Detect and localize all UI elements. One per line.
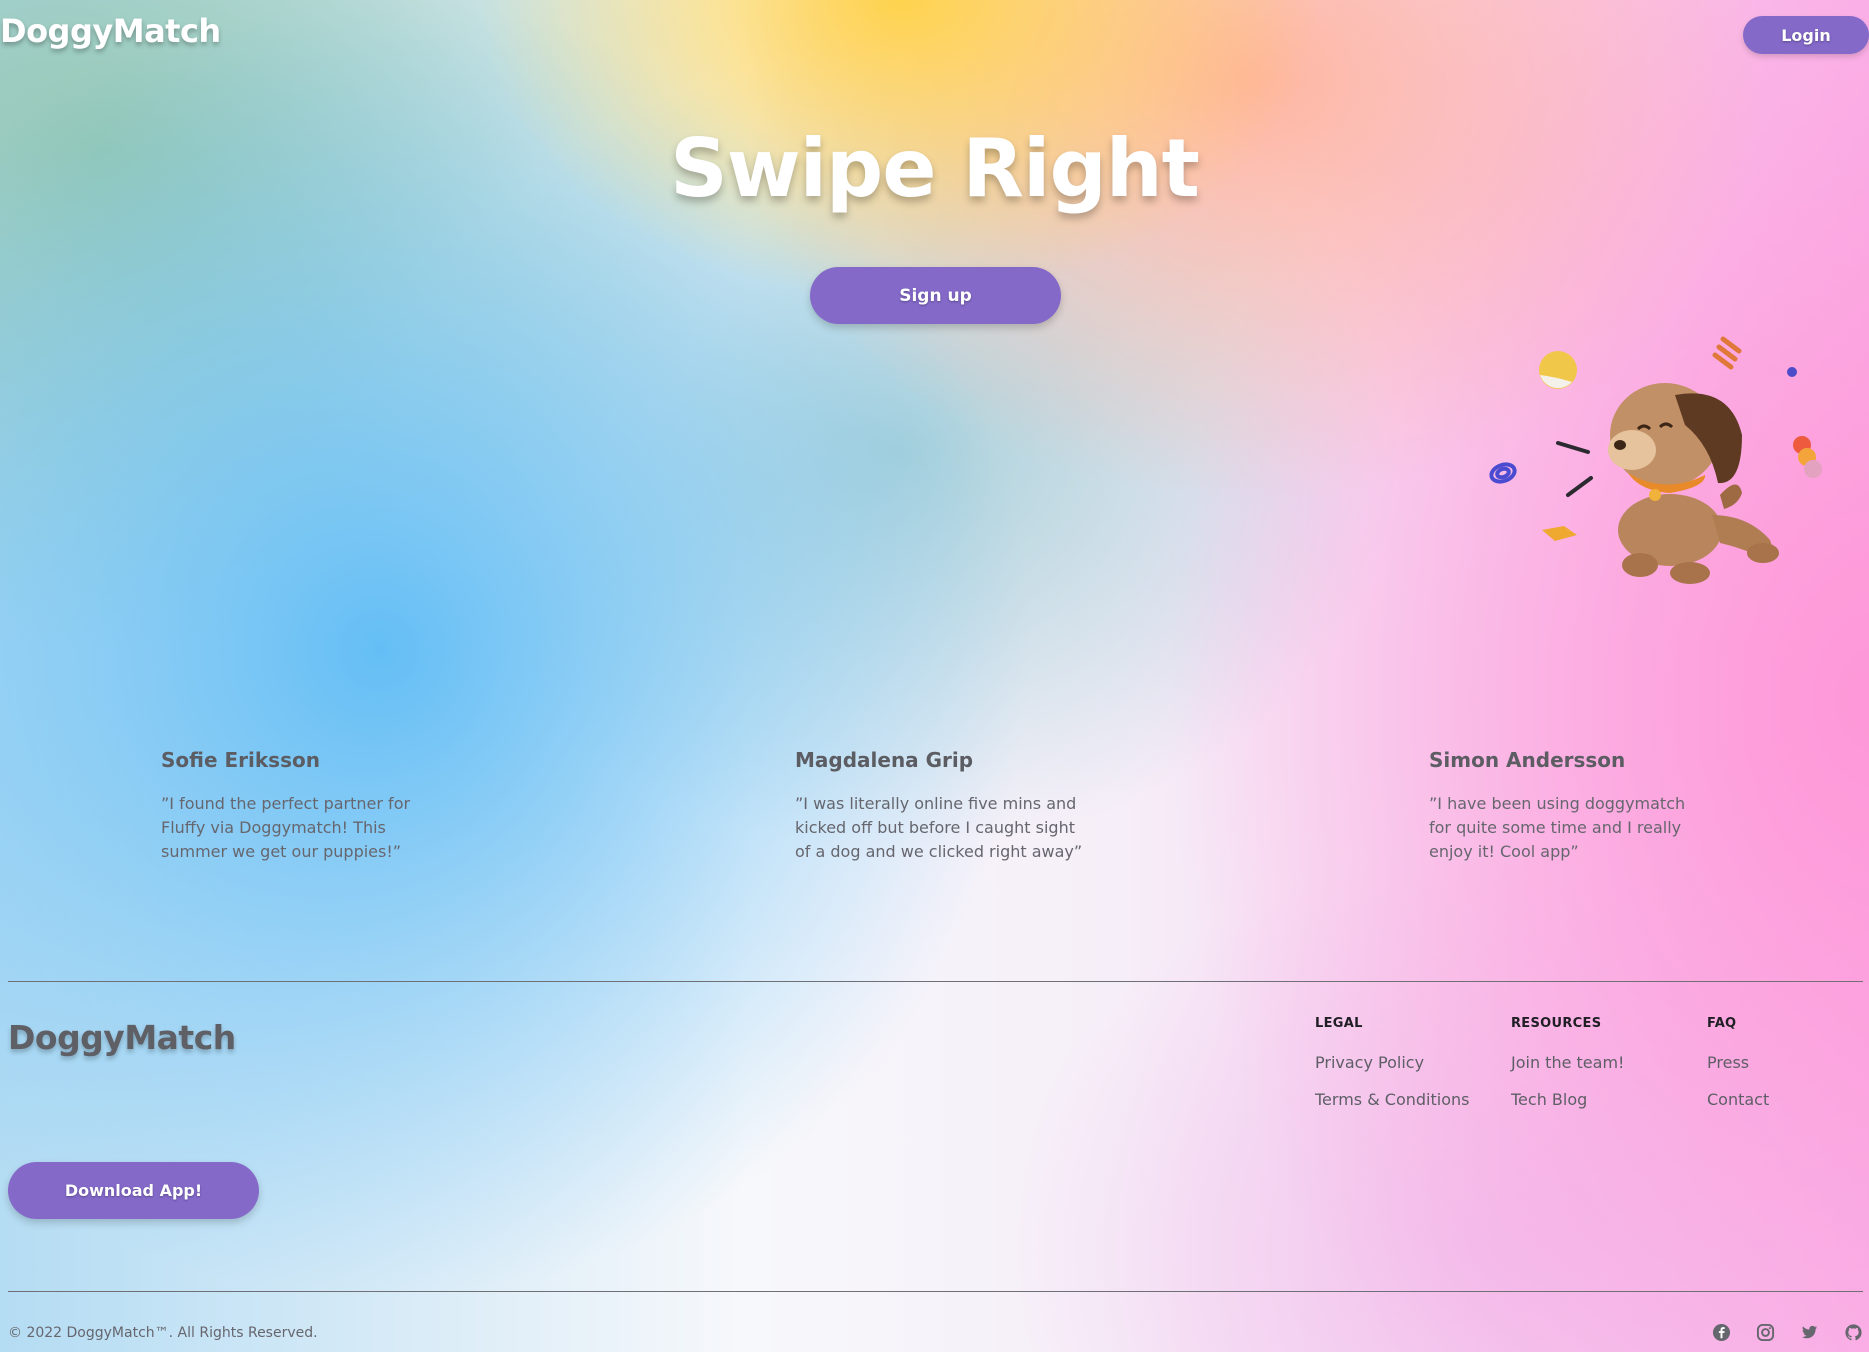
login-button[interactable]: Login — [1743, 16, 1869, 54]
cheese-icon — [1542, 526, 1577, 541]
testimonial-name: Magdalena Grip — [795, 748, 974, 772]
swirl-icon — [1489, 462, 1517, 484]
header-logo[interactable]: DoggyMatch — [0, 12, 221, 50]
dog-illustration — [1489, 336, 1822, 584]
motion-lines — [1556, 441, 1593, 497]
instagram-icon[interactable] — [1755, 1322, 1775, 1342]
footer-column-heading: LEGAL — [1315, 1016, 1363, 1031]
footer-column-heading: FAQ — [1707, 1016, 1737, 1031]
footer-top-divider — [8, 981, 1863, 982]
footer-column-faq: FAQ Press Contact — [1707, 1016, 1769, 1127]
ball-icon — [1539, 351, 1577, 389]
testimonial-card: Sofie Eriksson ”I found the perfect part… — [161, 748, 426, 864]
footer-column-resources: RESOURCES Join the team! Tech Blog — [1511, 1016, 1624, 1127]
social-links — [1711, 1322, 1863, 1342]
beads-icon — [1793, 436, 1822, 478]
download-app-button[interactable]: Download App! — [8, 1162, 259, 1219]
privacy-policy-link[interactable]: Privacy Policy — [1315, 1053, 1469, 1072]
join-team-link[interactable]: Join the team! — [1511, 1053, 1624, 1072]
facebook-icon[interactable] — [1711, 1322, 1731, 1342]
signup-button[interactable]: Sign up — [810, 267, 1061, 324]
testimonial-name: Sofie Eriksson — [161, 748, 320, 772]
testimonial-quote: ”I have been using doggymatch for quite … — [1429, 794, 1686, 861]
copyright-text: © 2022 DoggyMatch™. All Rights Reserved. — [8, 1325, 318, 1341]
footer-bottom-divider — [8, 1291, 1863, 1292]
contact-link[interactable]: Contact — [1707, 1090, 1769, 1109]
testimonial-quote: ”I was literally online five mins and ki… — [795, 794, 1083, 861]
dot-icon — [1787, 367, 1797, 377]
hero-title: Swipe Right — [670, 122, 1200, 215]
press-link[interactable]: Press — [1707, 1053, 1769, 1072]
github-icon[interactable] — [1843, 1322, 1863, 1342]
footer-logo[interactable]: DoggyMatch — [8, 1018, 236, 1057]
spring-icon — [1712, 336, 1742, 370]
testimonial-card: Magdalena Grip ”I was literally online f… — [795, 748, 1085, 864]
testimonial-card: Simon Andersson ”I have been using doggy… — [1429, 748, 1709, 864]
tech-blog-link[interactable]: Tech Blog — [1511, 1090, 1624, 1109]
footer-column-heading: RESOURCES — [1511, 1016, 1602, 1031]
footer-column-legal: LEGAL Privacy Policy Terms & Conditions — [1315, 1016, 1469, 1127]
twitter-icon[interactable] — [1799, 1322, 1819, 1342]
terms-conditions-link[interactable]: Terms & Conditions — [1315, 1090, 1469, 1109]
testimonial-quote: ”I found the perfect partner for Fluffy … — [161, 794, 411, 861]
dog-figure — [1608, 383, 1779, 584]
testimonial-name: Simon Andersson — [1429, 748, 1626, 772]
